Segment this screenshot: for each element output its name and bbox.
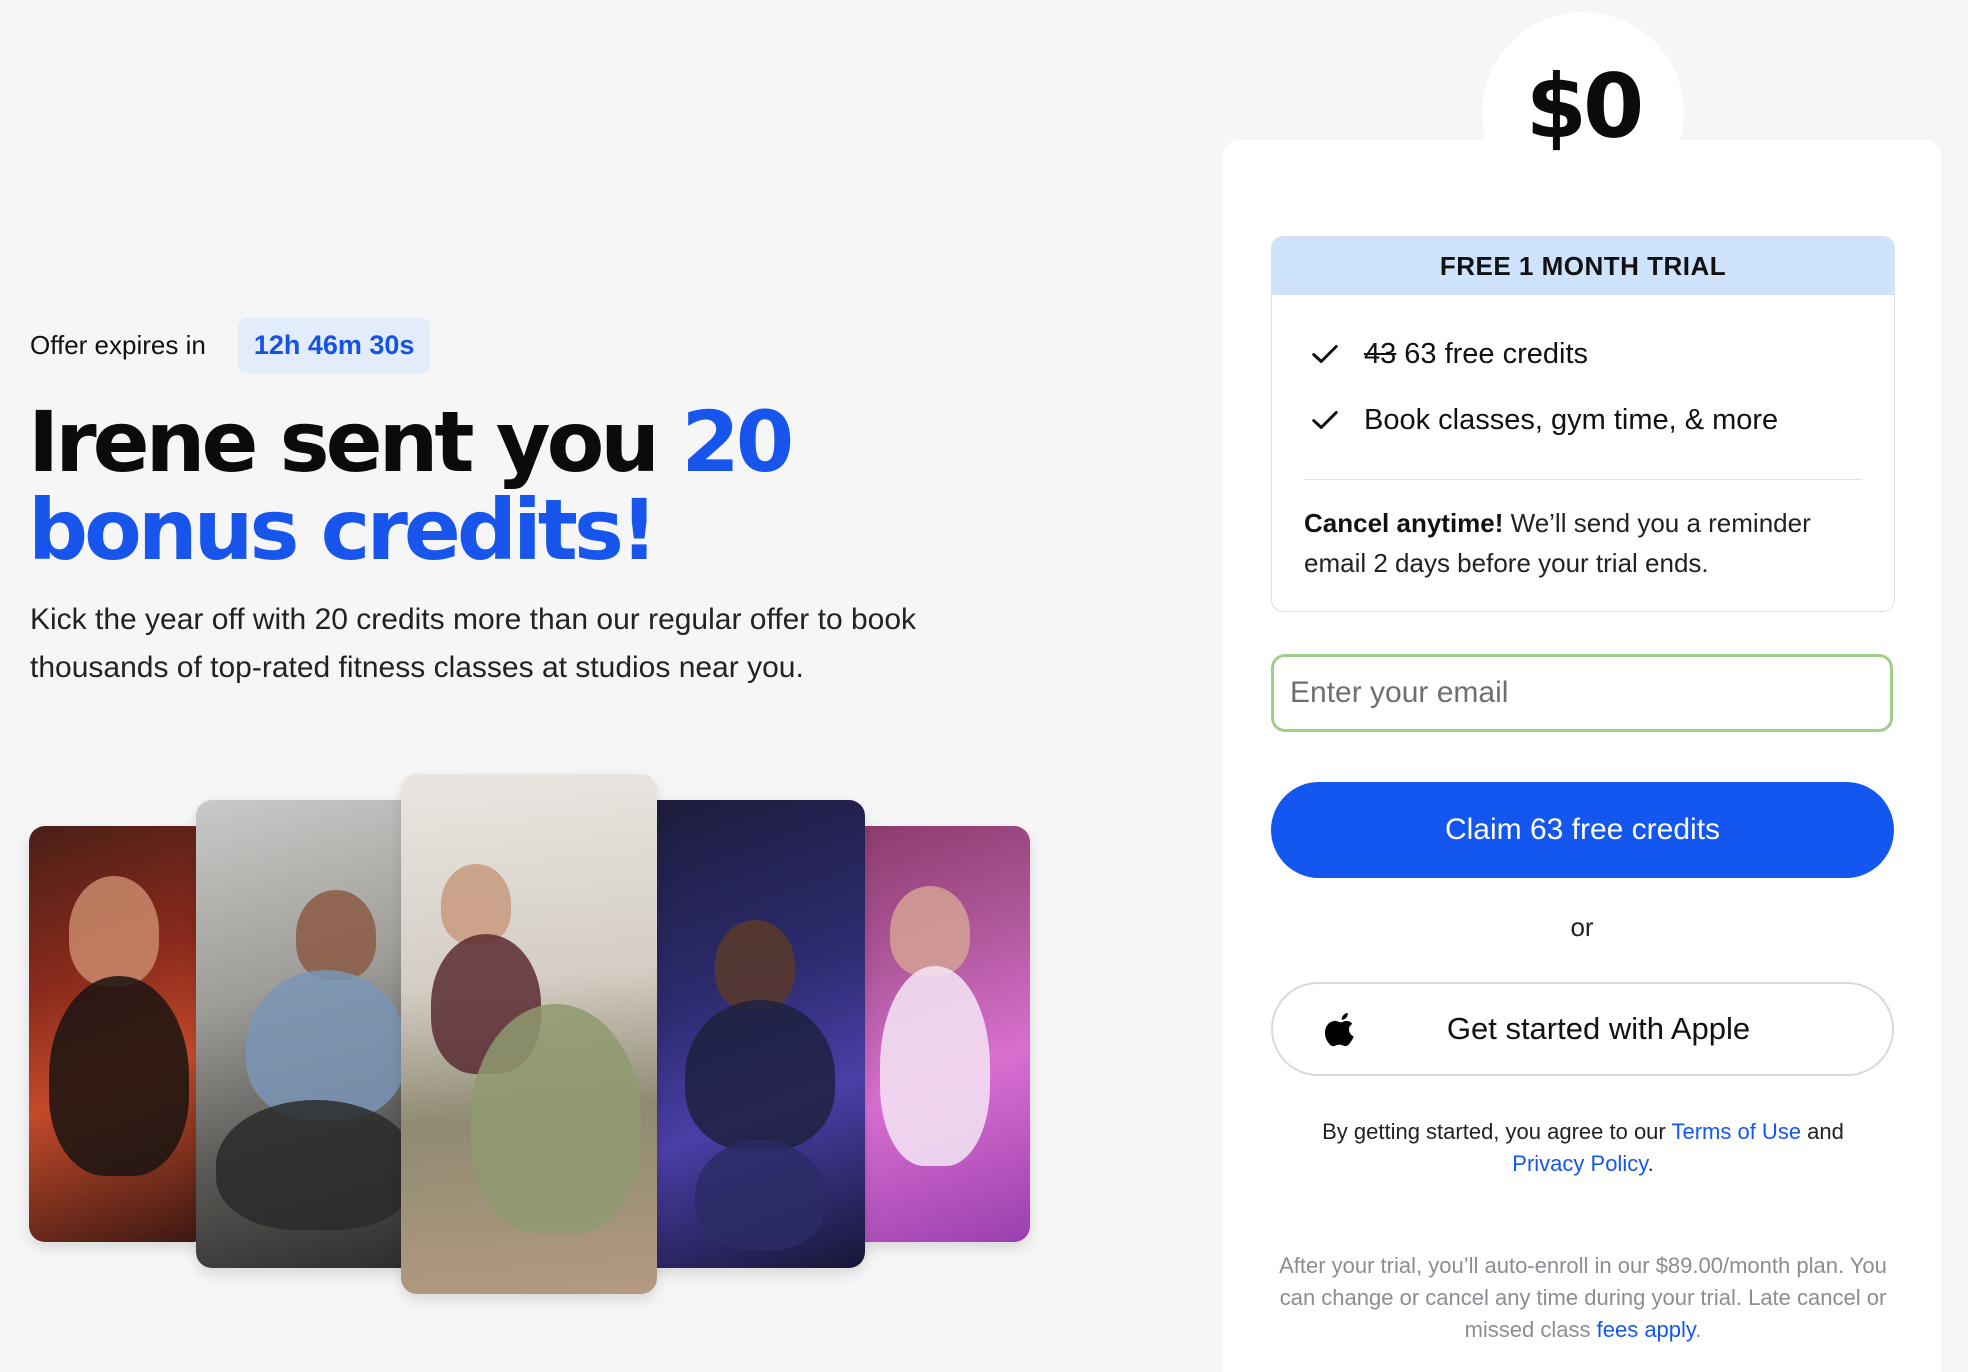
legal-prefix: By getting started, you agree to our [1322, 1119, 1672, 1144]
new-credit-count: 63 free credits [1404, 337, 1589, 370]
legal-suffix: . [1647, 1151, 1654, 1176]
trial-details: FREE 1 MONTH TRIAL 43 63 free credits Bo… [1271, 236, 1895, 612]
price-label: $0 [1525, 54, 1644, 158]
or-separator: or [1570, 912, 1594, 942]
trial-title: FREE 1 MONTH TRIAL [1272, 237, 1894, 295]
cycling-class-photo [29, 826, 209, 1242]
cancel-note-bold: Cancel anytime! [1304, 508, 1504, 538]
checkmark-icon [1312, 345, 1338, 363]
claim-credits-button[interactable]: Claim 63 free credits [1271, 782, 1894, 878]
auto-enroll-fineprint: After your trial, you’ll auto-enroll in … [1263, 1250, 1903, 1346]
fees-apply-link[interactable]: fees apply [1597, 1317, 1696, 1342]
offer-label: Offer expires in [30, 330, 206, 360]
divider [1304, 479, 1862, 480]
legal-text: By getting started, you agree to our Ter… [1283, 1116, 1883, 1180]
fineprint-text: After your trial, you’ll auto-enroll in … [1279, 1253, 1887, 1342]
benefit-credits: 43 63 free credits [1310, 321, 1894, 387]
checkmark-icon [1312, 411, 1338, 429]
sauna-photo [840, 826, 1030, 1242]
terms-of-use-link[interactable]: Terms of Use [1671, 1119, 1801, 1144]
benefit-booking-label: Book classes, gym time, & more [1364, 403, 1779, 436]
yoga-class-photo [401, 774, 657, 1294]
email-input[interactable] [1271, 654, 1893, 732]
headline: Irene sent you 20 bonus credits! [28, 398, 1068, 574]
price-badge: $0 [1482, 12, 1684, 214]
strength-training-photo [196, 800, 426, 1268]
apple-signin-button[interactable]: Get started with Apple [1271, 982, 1894, 1076]
legal-and: and [1801, 1119, 1844, 1144]
countdown-badge: 12h 46m 30s [237, 318, 431, 373]
cancel-note: Cancel anytime! We’ll send you a reminde… [1304, 503, 1864, 583]
benefits-list: 43 63 free credits Book classes, gym tim… [1272, 295, 1894, 453]
headline-text: Irene sent you [28, 393, 682, 491]
signup-card: FREE 1 MONTH TRIAL 43 63 free credits Bo… [1223, 140, 1941, 1372]
apple-signin-label: Get started with Apple [1446, 1011, 1751, 1046]
fineprint-suffix: . [1695, 1317, 1702, 1342]
privacy-policy-link[interactable]: Privacy Policy [1512, 1151, 1647, 1176]
hero-subtitle: Kick the year off with 20 credits more t… [30, 603, 917, 684]
page: Offer expires in 12h 46m 30s Irene sent … [0, 0, 1968, 1372]
old-credit-count: 43 [1364, 337, 1397, 370]
benefit-booking: Book classes, gym time, & more [1310, 387, 1894, 453]
boxing-class-photo [635, 800, 865, 1268]
offer-timer: Offer expires in 12h 46m 30s [30, 318, 431, 373]
